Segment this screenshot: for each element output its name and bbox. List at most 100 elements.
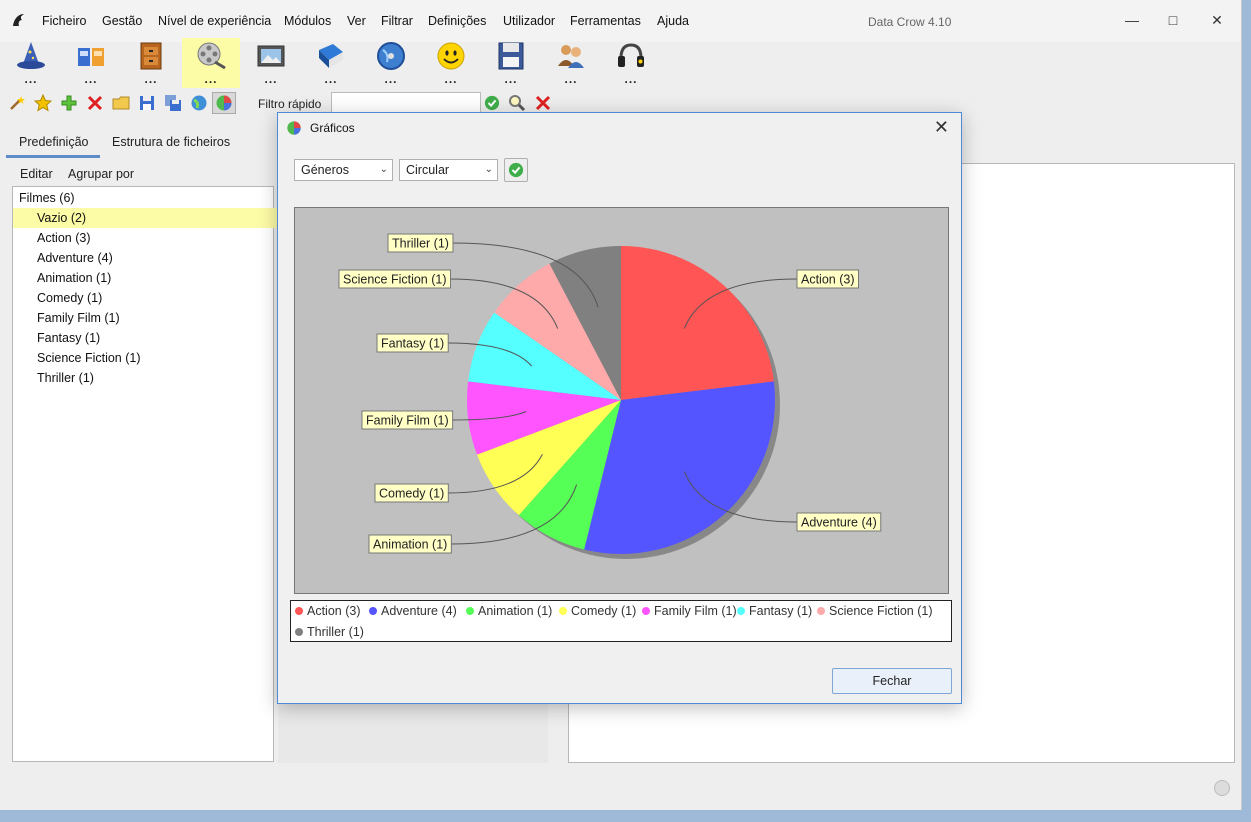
- legend-item: Science Fiction (1): [817, 604, 933, 618]
- minimize-icon[interactable]: —: [1122, 10, 1142, 30]
- charts-dialog: Gráficos ✕ Géneros ⌄ Circular ⌄ Action (…: [277, 112, 962, 704]
- folder-icon[interactable]: [112, 94, 130, 112]
- menu-ficheiro[interactable]: Ficheiro: [42, 14, 86, 28]
- module-smiley-button[interactable]: ...: [422, 38, 480, 88]
- menu-definicoes[interactable]: Definições: [428, 14, 486, 28]
- module-users-button[interactable]: ...: [542, 38, 600, 88]
- legend-swatch: [369, 607, 377, 615]
- active-tab-indicator: [6, 155, 100, 158]
- module-books-button[interactable]: ...: [302, 38, 360, 88]
- module-movies-button[interactable]: ...: [182, 38, 240, 88]
- legend-label: Animation (1): [478, 604, 553, 618]
- module-images-button[interactable]: ...: [242, 38, 300, 88]
- tree-root[interactable]: Filmes (6): [13, 188, 279, 208]
- menu-ferramentas[interactable]: Ferramentas: [570, 14, 641, 28]
- tree-item[interactable]: Comedy (1): [13, 288, 297, 308]
- legend-label: Fantasy (1): [749, 604, 813, 618]
- legend-item: Fantasy (1): [737, 604, 812, 618]
- legend-swatch: [295, 607, 303, 615]
- magic-wand-icon[interactable]: [8, 94, 26, 112]
- save-all-icon[interactable]: [164, 94, 182, 112]
- tree-item[interactable]: Family Film (1): [13, 308, 297, 328]
- floppy-disk-icon: [498, 42, 524, 70]
- field-select-value: Géneros: [301, 163, 349, 177]
- chart-type-select-value: Circular: [406, 163, 450, 177]
- group-by-menu[interactable]: Agrupar por: [68, 167, 134, 181]
- slice-label: Fantasy (1): [381, 337, 444, 351]
- chart-type-select[interactable]: Circular ⌄: [399, 159, 498, 181]
- close-icon[interactable]: ✕: [934, 117, 949, 138]
- menu-nivel-experiencia[interactable]: Nível de experiência: [158, 14, 271, 28]
- legend-swatch: [466, 607, 474, 615]
- menu-gestao[interactable]: Gestão: [102, 14, 142, 28]
- charts-toggle-button[interactable]: [212, 92, 236, 114]
- tree-item[interactable]: Fantasy (1): [13, 328, 297, 348]
- chevron-down-icon: ⌄: [379, 164, 388, 175]
- chart-area: Action (3) Adventure (4) Animation (1) Come…: [294, 207, 949, 594]
- legend-item: Comedy (1): [559, 604, 636, 618]
- menu-modulos[interactable]: Módulos: [284, 14, 331, 28]
- module-cabinet-button[interactable]: ...: [122, 38, 180, 88]
- menu-ver[interactable]: Ver: [347, 14, 366, 28]
- module-software-button[interactable]: ...: [482, 38, 540, 88]
- legend-label: Science Fiction (1): [829, 604, 933, 618]
- apply-button[interactable]: [504, 158, 528, 182]
- module-containers-button[interactable]: ...: [62, 38, 120, 88]
- search-icon[interactable]: [508, 94, 526, 112]
- field-select[interactable]: Géneros ⌄: [294, 159, 393, 181]
- close-window-icon[interactable]: ✕: [1207, 10, 1227, 30]
- dialog-title: Gráficos: [310, 121, 355, 135]
- legend-label: Family Film (1): [654, 604, 737, 618]
- legend-item: Action (3): [295, 604, 361, 618]
- slice-label: Thriller (1): [392, 237, 449, 251]
- legend-swatch: [642, 607, 650, 615]
- slice-label: Action (3): [801, 273, 855, 287]
- tab-estrutura-ficheiros[interactable]: Estrutura de ficheiros: [112, 135, 230, 149]
- users-icon: [558, 45, 584, 68]
- module-wizard-button[interactable]: ...: [2, 38, 60, 88]
- star-icon[interactable]: [34, 94, 52, 112]
- tab-predefinicao[interactable]: Predefinição: [19, 135, 89, 149]
- add-icon[interactable]: [60, 94, 78, 112]
- quick-filter-label: Filtro rápido: [258, 97, 322, 111]
- tree-item[interactable]: Thriller (1): [13, 368, 297, 388]
- tree-item[interactable]: Action (3): [13, 228, 297, 248]
- legend-item: Thriller (1): [295, 625, 364, 639]
- image-icon: [257, 45, 285, 67]
- menu-ajuda[interactable]: Ajuda: [657, 14, 689, 28]
- apply-filter-icon[interactable]: [484, 95, 500, 111]
- tree-item[interactable]: Science Fiction (1): [13, 348, 297, 368]
- edit-menu[interactable]: Editar: [20, 167, 53, 181]
- online-search-icon[interactable]: [190, 94, 208, 112]
- headphones-icon: [618, 43, 644, 67]
- legend-label: Thriller (1): [307, 625, 364, 639]
- legend-swatch: [737, 607, 745, 615]
- pie-chart-icon: [287, 121, 301, 135]
- close-button[interactable]: Fechar: [832, 668, 952, 694]
- save-icon[interactable]: [138, 94, 156, 112]
- legend-swatch: [295, 628, 303, 636]
- data-crow-logo-icon: [13, 14, 24, 26]
- pie-slice-action: [621, 246, 774, 400]
- book-icon: [319, 44, 343, 68]
- tree-item[interactable]: Vazio (2): [13, 208, 297, 228]
- module-audio-button[interactable]: ...: [602, 38, 660, 88]
- legend-swatch: [559, 607, 567, 615]
- tree-toolbar: Editar Agrupar por: [12, 163, 274, 185]
- delete-icon[interactable]: [86, 94, 104, 112]
- module-music-disc-button[interactable]: ...: [362, 38, 420, 88]
- check-icon: [508, 162, 524, 178]
- slice-label: Family Film (1): [366, 414, 449, 428]
- quick-filter-input[interactable]: [331, 92, 481, 114]
- menu-filtrar[interactable]: Filtrar: [381, 14, 413, 28]
- clear-filter-icon[interactable]: [534, 94, 552, 112]
- menu-utilizador[interactable]: Utilizador: [503, 14, 555, 28]
- film-reel-icon: [197, 42, 226, 70]
- tree-item[interactable]: Animation (1): [13, 268, 297, 288]
- pie-chart: Action (3) Adventure (4) Animation (1) Come…: [338, 233, 882, 559]
- maximize-icon[interactable]: □: [1163, 10, 1183, 30]
- pie-chart-icon: [216, 95, 232, 111]
- status-indicator: [1214, 780, 1230, 796]
- smiley-icon: [437, 42, 465, 70]
- tree-item[interactable]: Adventure (4): [13, 248, 297, 268]
